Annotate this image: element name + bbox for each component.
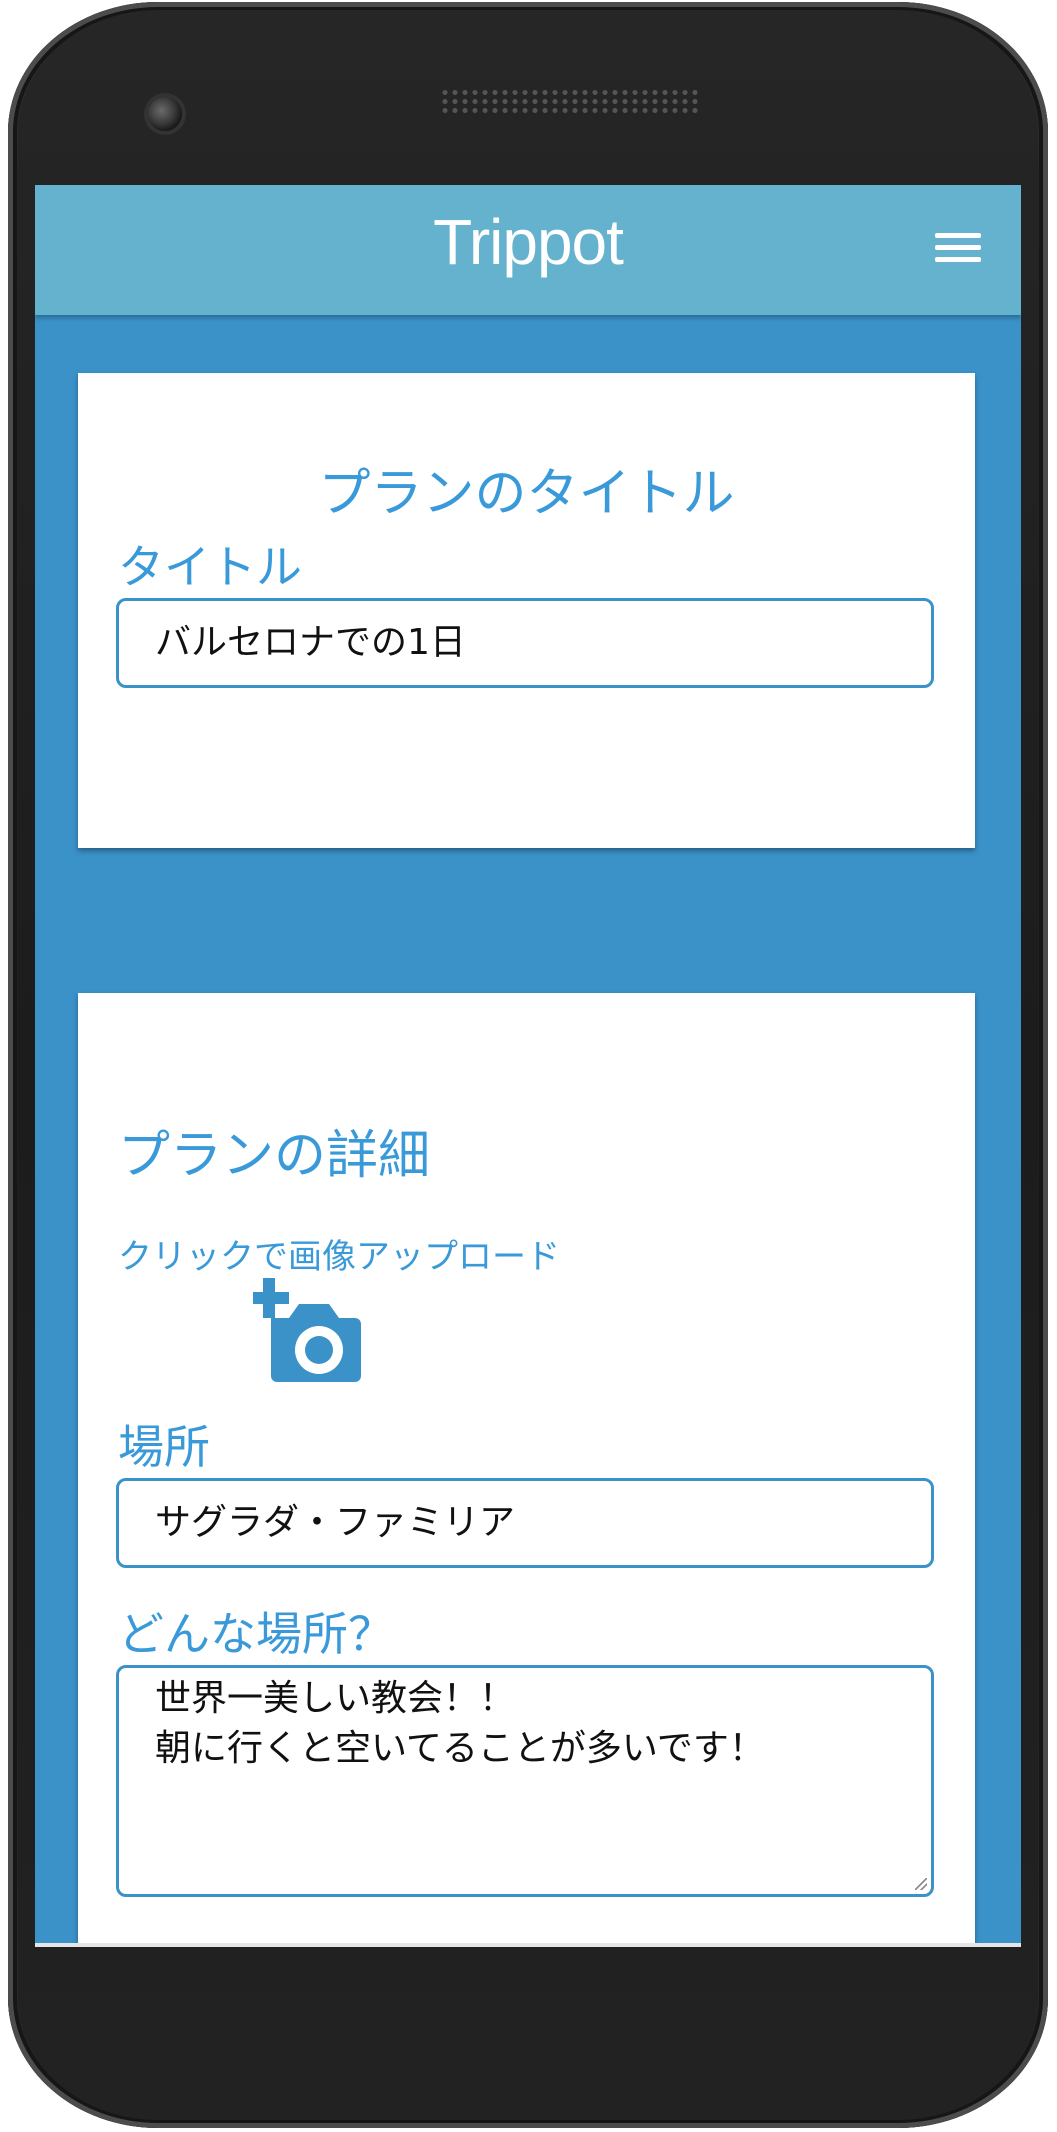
plan-detail-card: プランの詳細 クリックで画像アップロード 場所 サグラダ・ファミリア どんな場所… — [78, 993, 975, 1945]
earpiece-speaker — [440, 88, 700, 116]
resize-handle[interactable] — [915, 1878, 927, 1890]
place-input[interactable]: サグラダ・ファミリア — [116, 1478, 934, 1568]
plan-title-heading: プランのタイトル — [318, 464, 735, 524]
app-title: Trippot — [433, 206, 624, 278]
plan-title-card: プランのタイトル タイトル バルセロナでの1日 — [78, 373, 975, 848]
description-label: どんな場所？ — [118, 1607, 394, 1661]
app-screen: Trippot プランのタイトル タイトル バルセロナでの1日 プランの詳細 ク… — [35, 185, 1021, 1945]
description-line: 朝に行くと空いてることが多いです！ — [155, 1728, 765, 1769]
image-upload-label: クリックで画像アップロード — [118, 1237, 560, 1277]
add-photo-camera-icon[interactable] — [249, 1278, 368, 1388]
description-textarea[interactable]: 世界一美しい教会！！ 朝に行くと空いてることが多いです！ — [116, 1665, 934, 1897]
front-camera — [148, 97, 182, 131]
plan-detail-heading: プランの詳細 — [118, 1126, 431, 1186]
title-label: タイトル — [118, 540, 302, 594]
place-label: 場所 — [118, 1420, 210, 1474]
hamburger-menu-icon[interactable] — [935, 229, 981, 267]
screen-bottom-edge — [35, 1943, 1021, 1947]
description-line: 世界一美しい教会！！ — [155, 1678, 516, 1719]
app-header: Trippot — [35, 185, 1021, 315]
title-input[interactable]: バルセロナでの1日 — [116, 598, 934, 688]
